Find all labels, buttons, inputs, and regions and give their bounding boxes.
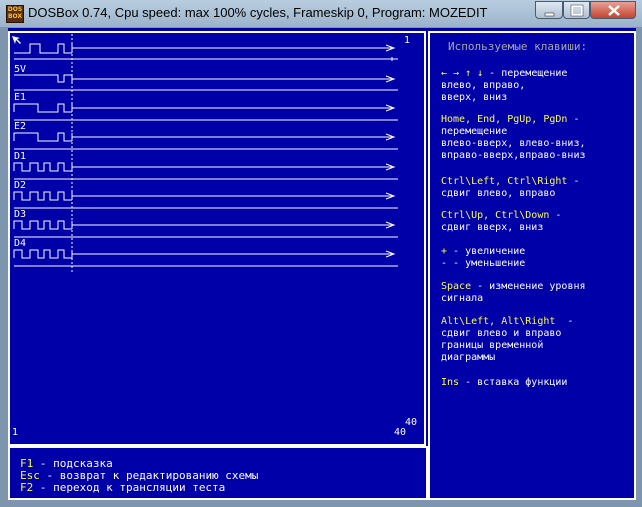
maximize-icon — [570, 4, 584, 17]
help-keys: Alt\Left, Alt\Right — [441, 316, 556, 327]
timing-diagram[interactable]: 5V E1 E2 D1 D2 D3 D4 — [8, 28, 428, 446]
help-entry: Space - изменение уровня сигнала — [441, 281, 586, 305]
signal-label: D1 — [14, 151, 26, 162]
dosbox-icon: DOS BOX — [6, 5, 24, 23]
help-title: Используемые клавиши: — [448, 40, 588, 53]
signal-row: E2 — [13, 121, 398, 150]
close-button[interactable] — [590, 1, 636, 19]
help-keys: Home, End, PgUp, PgDn — [441, 114, 568, 125]
mouse-pointer-icon — [12, 36, 21, 44]
help-desc: - увеличение - - уменьшение — [441, 246, 526, 269]
footer-line: F1 - подсказка — [20, 458, 113, 469]
minimize-button[interactable] — [535, 1, 563, 19]
help-entry: Ctrl\Up, Ctrl\Down - сдвиг вверх, вниз — [441, 210, 561, 234]
help-entry: Alt\Left, Alt\Right - сдвиг влево и впра… — [441, 316, 573, 364]
help-keys: ← → ↑ ↓ — [441, 68, 484, 79]
help-keys: Ins — [441, 377, 460, 388]
dosbox-window: DOS BOX DOSBox 0.74, Cpu speed: max 100%… — [0, 0, 642, 507]
right-end-label: 40 — [405, 417, 418, 428]
signal-label: 5V — [14, 64, 26, 75]
help-entry: Ctrl\Left, Ctrl\Right - сдвиг влево, впр… — [441, 176, 579, 200]
help-keys: Space — [441, 281, 472, 292]
close-icon — [608, 5, 620, 16]
title-bar[interactable]: DOS BOX DOSBox 0.74, Cpu speed: max 100%… — [0, 0, 642, 27]
signal-label: D2 — [14, 180, 26, 191]
footer-line: F2 - переход к трансляции теста — [20, 482, 225, 493]
footer-line: Esc - возврат к редактированию схемы — [20, 470, 258, 481]
help-desc: - вставка функции — [459, 377, 568, 388]
help-entry: + - увеличение - - уменьшение — [441, 246, 525, 270]
help-entry: Home, End, PgUp, PgDn - перемещение влев… — [441, 114, 586, 162]
footer-text: - переход к трансляции теста — [33, 481, 226, 494]
signal-row: D3 — [13, 209, 398, 238]
help-entry: Ins - вставка функции — [441, 377, 567, 389]
axis-end-label: 40 — [394, 427, 407, 438]
maximize-button[interactable] — [563, 1, 590, 19]
dos-screen[interactable]: 5V E1 E2 D1 D2 D3 D4 1 40 1 40 Используе… — [8, 28, 636, 500]
signal-label: D3 — [14, 209, 26, 220]
help-keys: Ctrl\Up, Ctrl\Down — [441, 210, 550, 221]
signal-label: E1 — [14, 92, 26, 103]
help-keys: Ctrl\Left, Ctrl\Right — [441, 176, 568, 187]
window-title: DOSBox 0.74, Cpu speed: max 100% cycles,… — [28, 5, 488, 20]
minimize-icon — [544, 12, 555, 17]
help-entry: ← → ↑ ↓ - перемещение влево, вправо, вве… — [441, 68, 567, 104]
axis-start-label: 1 — [12, 427, 19, 438]
footer-key: F2 — [20, 481, 34, 494]
signal-label: E2 — [14, 121, 26, 132]
signal-label: D4 — [14, 238, 26, 249]
top-marker: 1 — [404, 35, 411, 46]
